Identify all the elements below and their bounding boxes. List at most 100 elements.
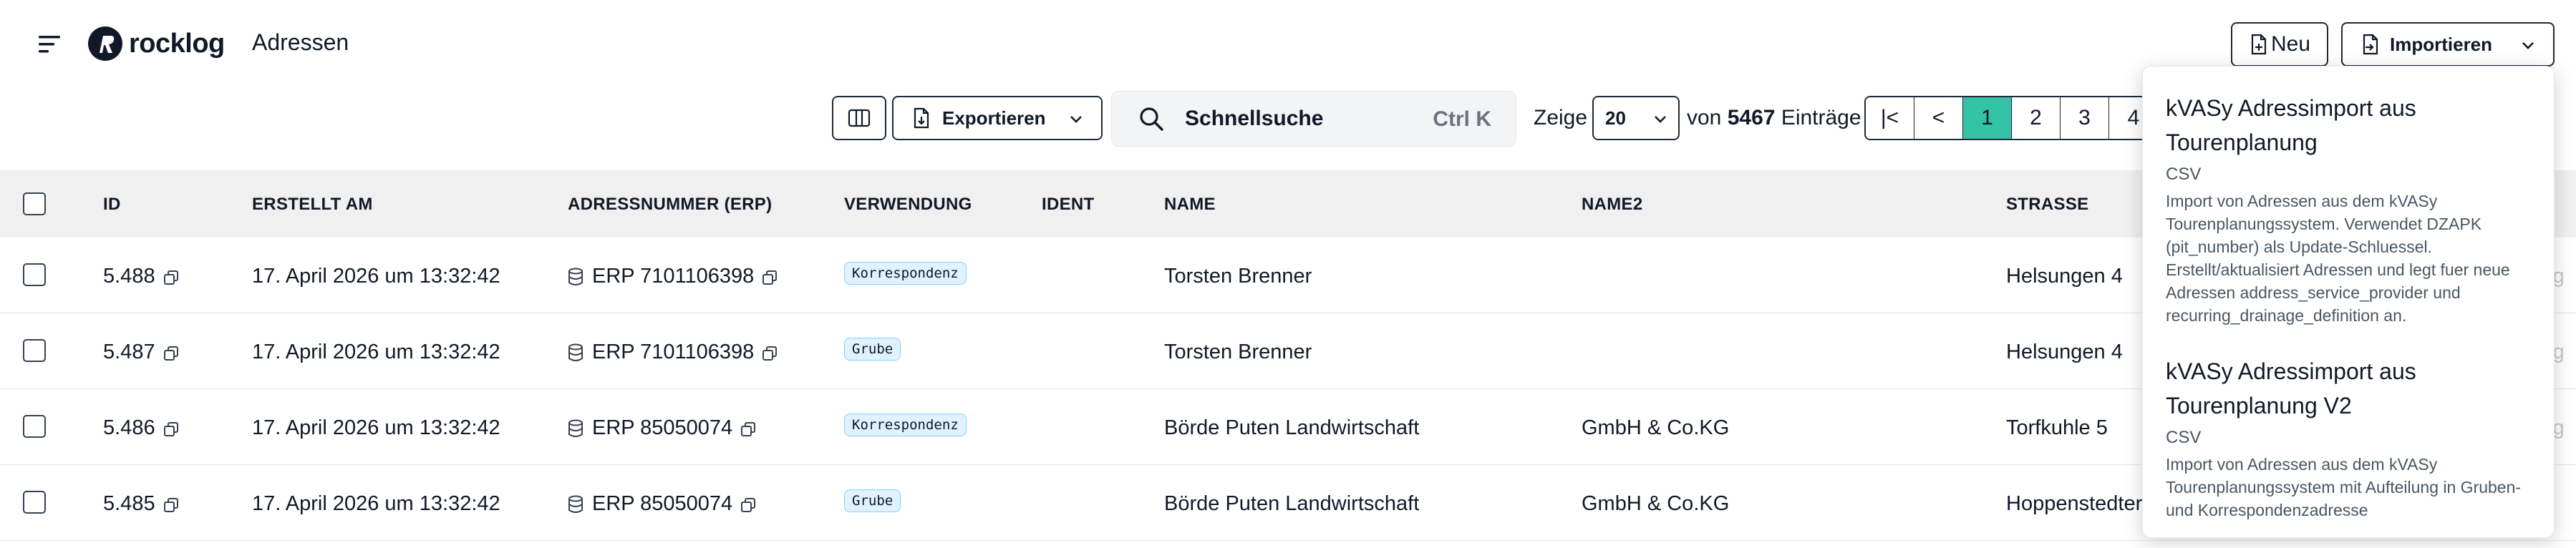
database-icon [568,268,584,286]
import-option-description: Import von Adressen aus dem kVASy Touren… [2166,192,2510,325]
column-header-street[interactable]: STRASSE [2006,195,2088,215]
row-checkbox[interactable] [23,339,46,362]
cell-erp: ERP 85050074 [568,416,757,440]
cell-id: 5.488 [103,265,180,288]
brand-logo[interactable]: rocklog [87,26,225,62]
import-option-kvasy[interactable]: kVASy Adressimport aus Tourenplanung CSV… [2166,91,2531,327]
brand-name: rocklog [129,28,225,59]
page-button-2[interactable]: 2 [2012,97,2061,139]
import-button-label: Importieren [2390,33,2493,55]
import-file-icon [2363,34,2378,55]
quick-search[interactable]: Schnellsuche Ctrl K [1111,91,1516,147]
copy-icon[interactable] [740,496,757,513]
copy-icon[interactable] [163,344,180,361]
search-label: Schnellsuche [1185,107,1324,130]
import-option-type: CSV [2166,428,2202,447]
erp-value: ERP 85050074 [592,492,733,515]
id-value: 5.487 [103,341,155,363]
cell-name2: GmbH & Co.KG [1582,416,1730,439]
cell-erp: ERP 7101106398 [568,341,778,364]
entry-count: von 5467 Einträge [1687,106,1861,130]
cell-name2: GmbH & Co.KG [1582,492,1730,515]
cell-name: Börde Puten Landwirtschaft [1164,416,1420,439]
cell-erp: ERP 7101106398 [568,265,778,288]
cell-id: 5.487 [103,341,180,364]
cell-created: 17. April 2026 um 13:32:42 [252,492,500,515]
usage-badge: Korrespondenz [844,414,967,436]
copy-icon[interactable] [163,420,180,437]
copy-icon[interactable] [761,344,778,361]
cell-created: 17. April 2026 um 13:32:42 [252,265,500,288]
export-file-icon [914,107,929,129]
select-all-checkbox[interactable] [23,192,46,215]
cell-erp: ERP 85050074 [568,492,757,516]
page-button-1[interactable]: 1 [1963,97,2012,139]
search-shortcut: Ctrl K [1433,107,1491,131]
erp-value: ERP 7101106398 [592,265,755,288]
count-prefix: von [1687,106,1722,129]
id-value: 5.486 [103,416,155,439]
id-value: 5.485 [103,492,155,515]
export-button-label: Exportieren [942,107,1046,129]
import-dropdown-menu: kVASy Adressimport aus Tourenplanung CSV… [2142,66,2555,538]
cell-id: 5.485 [103,492,180,516]
menu-toggle-icon[interactable] [36,31,64,57]
row-checkbox[interactable] [23,491,46,514]
cell-street: Torfkuhle 5 [2006,416,2108,439]
columns-button[interactable] [832,96,886,140]
chevron-down-icon [1070,116,1082,123]
copy-icon[interactable] [740,420,757,437]
page-size-label: Zeige [1534,106,1588,129]
chevron-down-icon [2522,42,2534,49]
import-button[interactable]: Importieren [2341,22,2555,67]
column-header-name2[interactable]: NAME2 [1582,195,1643,215]
column-header-id[interactable]: ID [103,195,121,215]
cell-name: Börde Puten Landwirtschaft [1164,492,1420,515]
cell-id: 5.486 [103,416,180,440]
export-button[interactable]: Exportieren [892,96,1103,140]
count-total: 5467 [1727,106,1776,129]
page-button-3[interactable]: 3 [2061,97,2109,139]
page-prev-button[interactable]: < [1914,97,1963,139]
page-size-select[interactable]: 20 [1592,96,1680,140]
usage-badge: Grube [844,338,901,361]
column-header-ident[interactable]: IDENT [1042,195,1095,215]
new-button-label: Neu [2271,32,2311,56]
cell-created: 17. April 2026 um 13:32:42 [252,416,500,439]
import-option-title: kVASy Adressimport aus Tourenplanung V2 [2166,358,2416,419]
columns-icon [848,109,871,127]
column-header-usage[interactable]: VERWENDUNG [844,195,972,215]
new-button[interactable]: Neu [2231,22,2328,67]
database-icon [568,495,584,514]
usage-badge: Korrespondenz [844,262,967,285]
cell-name: Torsten Brenner [1164,265,1312,288]
database-icon [568,419,584,438]
page-size-value: 20 [1605,107,1626,129]
chevron-down-icon [1655,116,1666,123]
column-header-name[interactable]: NAME [1164,195,1216,215]
import-option-type: CSV [2166,165,2202,184]
search-icon [1140,107,1163,131]
erp-value: ERP 85050074 [592,416,733,439]
copy-icon[interactable] [761,268,778,285]
row-checkbox[interactable] [23,263,46,286]
erp-value: ERP 7101106398 [592,341,755,363]
new-file-icon [2251,34,2267,55]
row-checkbox[interactable] [23,415,46,438]
database-icon [568,343,584,362]
cell-street: Helsungen 4 [2006,265,2123,288]
page-title: Adressen [252,29,349,55]
copy-icon[interactable] [163,268,180,285]
import-option-description: Import von Adressen aus dem kVASy Touren… [2166,455,2522,519]
cell-street: Helsungen 4 [2006,341,2123,363]
column-header-created[interactable]: ERSTELLT AM [252,195,373,215]
copy-icon[interactable] [163,496,180,513]
id-value: 5.488 [103,265,155,288]
column-header-erp[interactable]: ADRESSNUMMER (ERP) [568,195,772,215]
cell-name: Torsten Brenner [1164,341,1312,363]
import-option-title: kVASy Adressimport aus Tourenplanung [2166,95,2416,155]
import-option-kvasy-v2[interactable]: kVASy Adressimport aus Tourenplanung V2 … [2166,354,2531,522]
cell-created: 17. April 2026 um 13:32:42 [252,341,500,363]
rocklog-logo-icon [88,26,122,61]
page-first-button[interactable]: |< [1866,97,1914,139]
